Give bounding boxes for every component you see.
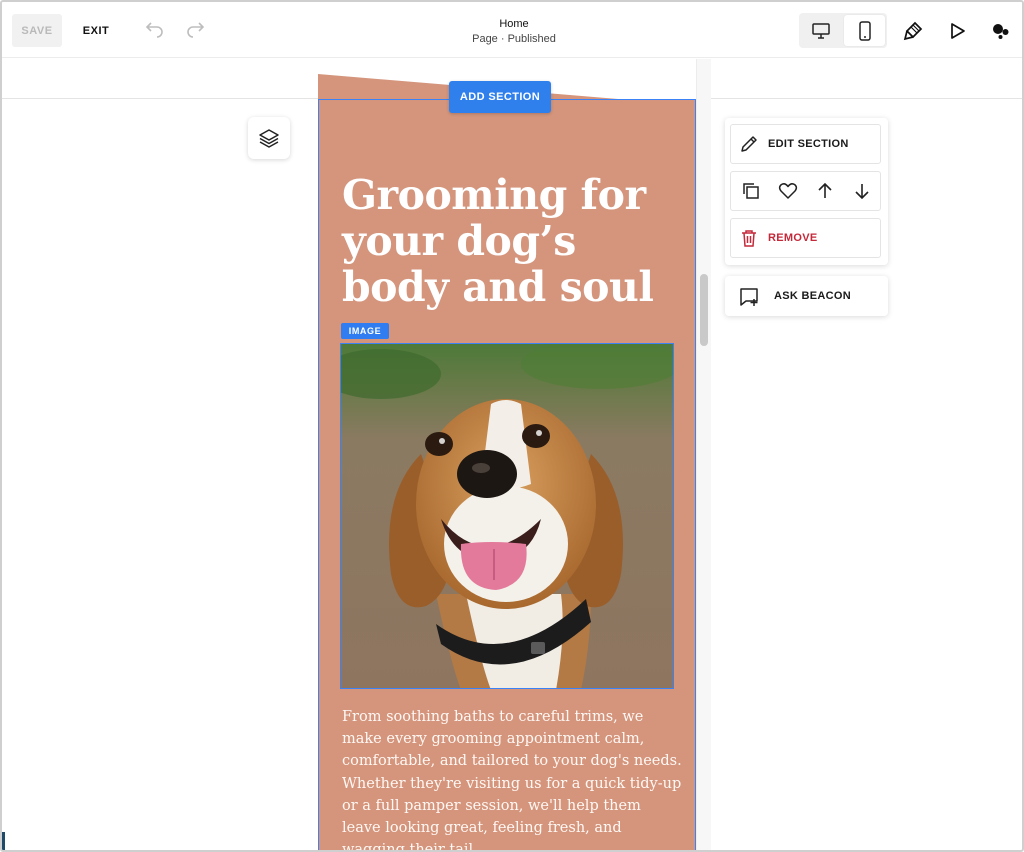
beacon-dots-icon bbox=[993, 24, 1009, 39]
add-section-button[interactable]: ADD SECTION bbox=[449, 81, 551, 113]
beacon-menu-button[interactable] bbox=[987, 18, 1013, 44]
section-quick-actions bbox=[730, 171, 881, 211]
undo-icon bbox=[145, 22, 163, 38]
section-headline[interactable]: Grooming for your dog’s body and soul bbox=[342, 172, 682, 310]
beagle-photo bbox=[341, 344, 673, 688]
undo-button[interactable] bbox=[144, 18, 166, 42]
arrow-up-icon bbox=[818, 182, 832, 198]
redo-button[interactable] bbox=[184, 18, 206, 42]
preview-button[interactable] bbox=[944, 18, 970, 44]
trash-icon bbox=[739, 228, 759, 248]
redo-icon bbox=[187, 22, 205, 38]
layers-icon bbox=[259, 129, 279, 148]
duplicate-section-button[interactable] bbox=[741, 181, 761, 201]
paintbrush-icon bbox=[903, 21, 923, 41]
editor-window: SAVE EXIT Home Page · Published ADD SECT… bbox=[0, 0, 1024, 852]
device-toggle bbox=[799, 13, 887, 48]
section-body-text[interactable]: From soothing baths to careful trims, we… bbox=[342, 706, 682, 850]
image-block-tag: IMAGE bbox=[341, 323, 389, 339]
ask-beacon-button[interactable]: ASK BEACON bbox=[725, 276, 888, 316]
edit-section-button[interactable]: EDIT SECTION bbox=[730, 124, 881, 164]
section-action-panel: EDIT SECTION REMOVE bbox=[725, 118, 888, 265]
move-section-up-button[interactable] bbox=[815, 181, 835, 201]
save-button[interactable]: SAVE bbox=[12, 14, 62, 47]
mobile-view-button[interactable] bbox=[844, 15, 885, 46]
layers-button[interactable] bbox=[248, 117, 290, 159]
duplicate-icon bbox=[743, 183, 759, 199]
play-icon bbox=[951, 23, 965, 39]
canvas-scrollbar-thumb[interactable] bbox=[700, 274, 708, 346]
page-title[interactable]: Home bbox=[422, 18, 606, 30]
window-edge-accent bbox=[2, 832, 5, 850]
ask-beacon-icon bbox=[738, 286, 760, 308]
canvas-scrollbar[interactable] bbox=[696, 59, 711, 850]
design-button[interactable] bbox=[900, 18, 926, 44]
top-toolbar: SAVE EXIT Home Page · Published bbox=[2, 2, 1022, 58]
mobile-icon bbox=[858, 20, 871, 41]
desktop-icon bbox=[812, 22, 830, 39]
pencil-icon bbox=[739, 134, 759, 154]
move-section-down-button[interactable] bbox=[852, 181, 872, 201]
exit-button[interactable]: EXIT bbox=[76, 14, 116, 47]
save-section-button[interactable] bbox=[778, 181, 798, 201]
remove-section-button[interactable]: REMOVE bbox=[730, 218, 881, 258]
heart-icon bbox=[778, 183, 798, 199]
desktop-view-button[interactable] bbox=[799, 13, 843, 48]
arrow-down-icon bbox=[855, 184, 869, 200]
remove-section-label: REMOVE bbox=[768, 232, 818, 244]
ask-beacon-label: ASK BEACON bbox=[774, 290, 851, 302]
dog-image[interactable] bbox=[340, 343, 674, 689]
page-status: Page · Published bbox=[472, 33, 556, 45]
edit-section-label: EDIT SECTION bbox=[768, 138, 849, 150]
